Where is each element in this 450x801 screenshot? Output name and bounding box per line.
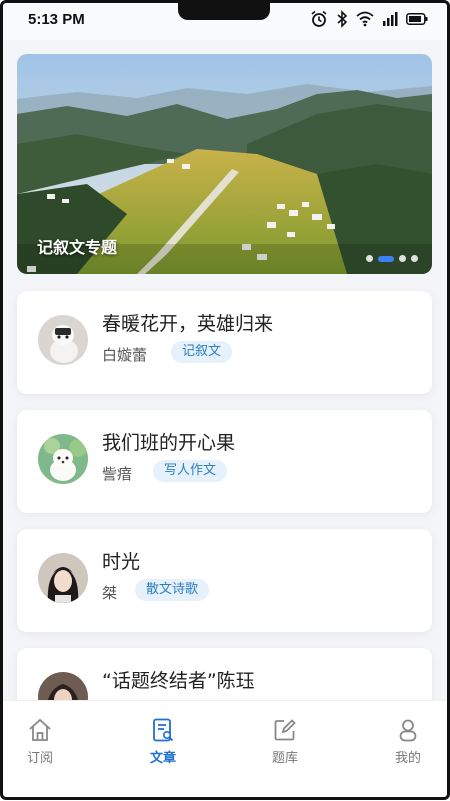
bluetooth-icon [336, 10, 348, 28]
article-card[interactable]: 春暖花开，英雄归来 白嫙蕾 记叙文 [17, 291, 432, 394]
article-title: “话题终结者”陈珏 [102, 670, 255, 692]
tab-label: 我的 [394, 751, 421, 766]
tab-subscribe[interactable]: 订阅 [10, 717, 70, 766]
signal-icon [382, 12, 398, 26]
article-card[interactable]: 我们班的开心果 訾瘖 写人作文 [17, 410, 432, 513]
tab-mine[interactable]: 我的 [378, 717, 438, 766]
carousel-dot[interactable] [366, 255, 373, 262]
person-icon [378, 717, 438, 743]
article-author: 桀 [102, 584, 118, 602]
carousel-dot-active[interactable] [378, 255, 394, 262]
alarm-icon [310, 10, 328, 28]
tab-articles[interactable]: 文章 [133, 717, 193, 766]
tab-label: 题库 [271, 751, 298, 766]
banner-caption: 记叙文专题 [37, 238, 118, 257]
tab-label: 文章 [149, 751, 176, 766]
camera-notch [178, 0, 270, 20]
author-avatar [38, 434, 88, 484]
carousel-indicator[interactable] [366, 255, 418, 262]
article-title: 时光 [102, 551, 141, 573]
carousel-dot[interactable] [411, 255, 418, 262]
article-title: 我们班的开心果 [102, 432, 236, 454]
author-avatar [38, 553, 88, 603]
article-author: 訾瘖 [102, 465, 133, 483]
edit-icon [255, 717, 315, 743]
genre-tag[interactable]: 写人作文 [153, 460, 228, 482]
article-card[interactable]: 时光 桀 散文诗歌 [17, 529, 432, 632]
home-icon [10, 717, 70, 743]
author-avatar [38, 315, 88, 365]
tab-label: 订阅 [26, 751, 53, 766]
bottom-tab-bar: 订阅 文章 题库 我的 [0, 700, 450, 801]
article-title: 春暖花开，英雄归来 [102, 313, 274, 335]
genre-tag[interactable]: 散文诗歌 [135, 579, 210, 601]
wifi-icon [356, 11, 374, 27]
battery-icon [406, 13, 428, 25]
carousel-dot[interactable] [399, 255, 406, 262]
featured-banner[interactable]: 记叙文专题 [17, 54, 432, 274]
genre-tag[interactable]: 记叙文 [171, 341, 233, 363]
article-author: 白嫙蕾 [102, 346, 148, 364]
article-icon [133, 717, 193, 743]
status-time: 5:13 PM [28, 11, 85, 28]
tab-question-bank[interactable]: 题库 [255, 717, 315, 766]
